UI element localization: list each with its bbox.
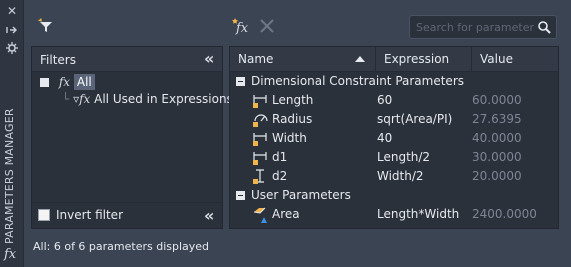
param-value: 30.0000 [472, 150, 522, 164]
param-name: Area [272, 207, 300, 221]
autohide-icon[interactable] [6, 24, 18, 36]
group-label: User Parameters [236, 186, 351, 205]
fx-icon: fx [4, 247, 17, 262]
column-header-expression[interactable]: Expression [376, 47, 472, 72]
collapse-icon[interactable] [236, 77, 245, 86]
group-row[interactable]: Dimensional Constraint Parameters [230, 72, 558, 91]
delete-icon [260, 19, 274, 33]
param-expression[interactable]: 60 [377, 91, 392, 110]
param-expression[interactable]: sqrt(Area/PI) [377, 110, 452, 129]
table-row[interactable]: d2 Width/2 20.0000 [230, 167, 558, 186]
column-header-name[interactable]: Name [230, 47, 376, 72]
filters-header: Filters « [32, 47, 222, 72]
parameters-table: Name Expression Value Dimensional Constr… [229, 46, 559, 229]
group-label: Dimensional Constraint Parameters [236, 72, 464, 91]
linear-dimension-lock-icon [252, 92, 270, 110]
table-row[interactable]: Width 40 40.0000 [230, 129, 558, 148]
param-name: Width [272, 131, 307, 145]
group-row[interactable]: User Parameters [230, 186, 558, 205]
close-icon[interactable]: ✕ [6, 5, 18, 17]
filters-panel: Filters « fx All └ ▿fx All Used in Expre… [31, 46, 233, 229]
param-expression[interactable]: 40 [377, 129, 392, 148]
palette-title-strip: ✕ PARAMETERS MANAGER fx [0, 0, 24, 267]
filters-title: Filters [40, 53, 76, 67]
tree-item-all[interactable]: fx All [40, 74, 95, 93]
param-value: 40.0000 [472, 131, 522, 145]
table-row[interactable]: Length 60 60.0000 [230, 91, 558, 110]
param-value: 60.0000 [472, 93, 522, 107]
filters-footer: Invert filter « [32, 202, 222, 228]
svg-text:fx: fx [235, 21, 249, 35]
param-value: 2400.0000 [472, 207, 537, 221]
status-text: All: 6 of 6 parameters displayed [33, 240, 210, 253]
linear-dimension-lock-icon [252, 130, 270, 148]
properties-icon[interactable] [6, 42, 18, 54]
table-row[interactable]: Area Length*Width 2400.0000 [230, 205, 558, 224]
param-name: Length [272, 93, 314, 107]
user-parameter-icon [252, 206, 270, 224]
collapse-icon[interactable] [236, 191, 245, 200]
param-value: 27.6395 [472, 112, 522, 126]
param-name: d1 [272, 150, 288, 164]
tree-item-label: All Used in Expressions [94, 92, 233, 106]
column-header-value[interactable]: Value [472, 47, 558, 72]
radial-dimension-lock-icon [252, 111, 270, 129]
param-expression[interactable]: Width/2 [377, 167, 424, 186]
filter-icon [38, 18, 52, 32]
tree-collapse-icon[interactable] [40, 78, 49, 87]
table-row[interactable]: d1 Length/2 30.0000 [230, 148, 558, 167]
palette-title: PARAMETERS MANAGER [3, 108, 16, 244]
search-icon[interactable] [537, 20, 551, 34]
collapse-filters-bottom-icon[interactable]: « [204, 208, 214, 224]
param-name: Radius [272, 112, 313, 126]
search-input[interactable] [416, 19, 534, 35]
new-user-parameter-button[interactable]: fx [232, 17, 250, 36]
create-filter-button[interactable] [37, 17, 55, 35]
fx-star-icon: fx [232, 18, 249, 36]
param-value: 20.0000 [472, 169, 522, 183]
param-name: d2 [272, 169, 288, 183]
tree-item-label: All [73, 74, 95, 90]
delete-button[interactable] [259, 18, 277, 36]
table-row[interactable]: Radius sqrt(Area/PI) 27.6395 [230, 110, 558, 129]
vertical-dimension-lock-icon [252, 168, 270, 186]
table-header: Name Expression Value [230, 47, 558, 72]
param-expression[interactable]: Length*Width [377, 205, 459, 224]
sort-ascending-icon [355, 56, 365, 62]
filter-fx-icon: ▿fx [73, 92, 91, 106]
search-box[interactable] [409, 15, 557, 39]
fx-icon: fx [58, 75, 71, 89]
tree-item-used-in-expressions[interactable]: └ ▿fx All Used in Expressions [62, 92, 233, 110]
invert-filter-checkbox[interactable] [38, 209, 50, 221]
tree-connector: └ [62, 92, 70, 106]
collapse-filters-icon[interactable]: « [204, 51, 214, 67]
linear-dimension-lock-icon [252, 149, 270, 167]
param-expression[interactable]: Length/2 [377, 148, 430, 167]
invert-filter-label[interactable]: Invert filter [56, 208, 123, 222]
